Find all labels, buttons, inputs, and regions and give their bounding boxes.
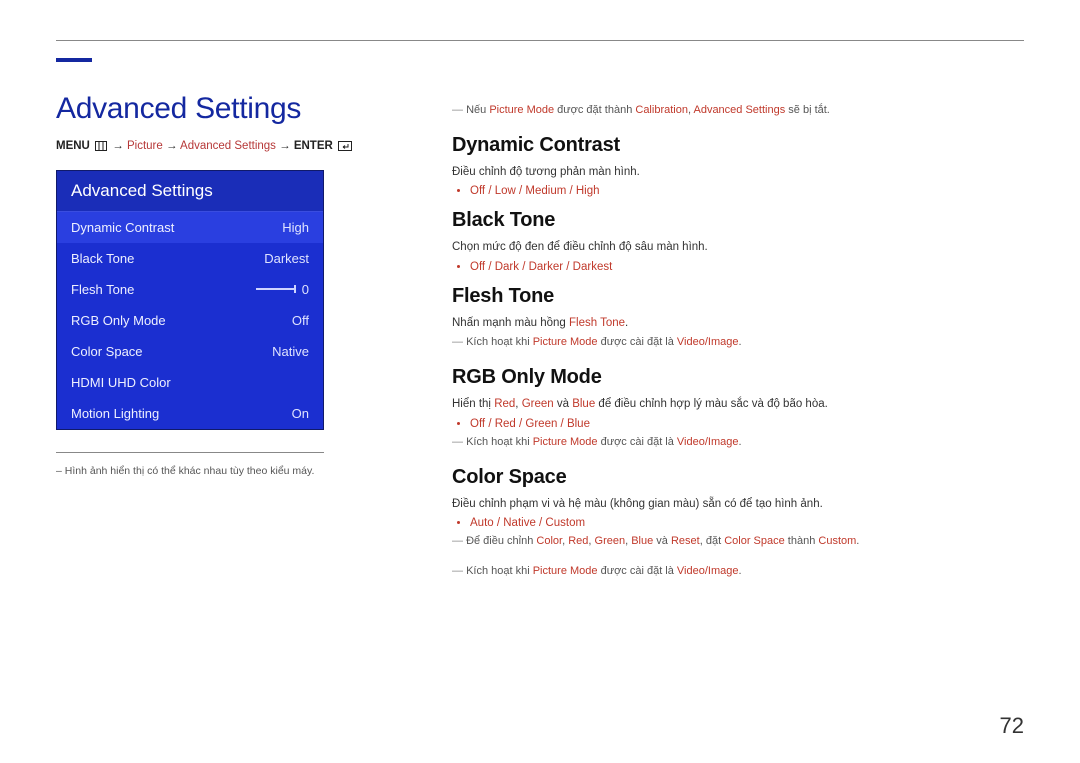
breadcrumb-enter: ENTER bbox=[294, 140, 333, 152]
menu-row-hdmi-uhd-color[interactable]: HDMI UHD Color bbox=[57, 367, 323, 398]
menu-row-value: High bbox=[282, 220, 309, 235]
rgb-note: Kích hoạt khi Picture Mode được cài đặt … bbox=[452, 436, 1024, 448]
top-note: Nếu Picture Mode được đặt thành Calibrat… bbox=[452, 104, 1024, 116]
menu-row-label: RGB Only Mode bbox=[71, 313, 166, 328]
menu-row-rgb-only-mode[interactable]: RGB Only Mode Off bbox=[57, 305, 323, 336]
menu-row-value: Native bbox=[272, 344, 309, 359]
menu-row-motion-lighting[interactable]: Motion Lighting On bbox=[57, 398, 323, 429]
cs-opts: Auto / Native / Custom bbox=[470, 517, 1024, 529]
menu-row-dynamic-contrast[interactable]: Dynamic Contrast High bbox=[57, 212, 323, 243]
menu-row-value: Off bbox=[292, 313, 309, 328]
slider-icon bbox=[256, 288, 296, 290]
page-title: Advanced Settings bbox=[56, 92, 396, 126]
page-number: 72 bbox=[1000, 713, 1024, 739]
menu-row-label: Dynamic Contrast bbox=[71, 220, 174, 235]
settings-menu: Advanced Settings Dynamic Contrast High Bl… bbox=[56, 170, 324, 430]
cs-note1: Để điều chỉnh Color, Red, Green, Blue và… bbox=[452, 535, 1024, 547]
ft-desc: Nhấn mạnh màu hồng Flesh Tone. bbox=[452, 314, 1024, 332]
caption-rule bbox=[56, 452, 324, 453]
section-flesh-tone-title: Flesh Tone bbox=[452, 285, 1024, 308]
enter-icon bbox=[338, 141, 352, 154]
left-column: Advanced Settings MENU → Picture → Advan… bbox=[56, 92, 396, 595]
menu-row-label: Color Space bbox=[71, 344, 143, 359]
menu-row-label: Flesh Tone bbox=[71, 282, 134, 297]
cs-note2: Kích hoạt khi Picture Mode được cài đặt … bbox=[452, 565, 1024, 577]
menu-row-value: Darkest bbox=[264, 251, 309, 266]
dc-opts: Off / Low / Medium / High bbox=[470, 185, 1024, 197]
menu-row-label: HDMI UHD Color bbox=[71, 375, 171, 390]
breadcrumb-advanced: Advanced Settings bbox=[180, 140, 276, 152]
right-column: Nếu Picture Mode được đặt thành Calibrat… bbox=[452, 92, 1024, 595]
accent-bar bbox=[56, 58, 92, 62]
menu-row-value: On bbox=[292, 406, 309, 421]
section-dynamic-contrast-title: Dynamic Contrast bbox=[452, 134, 1024, 157]
menu-row-label: Motion Lighting bbox=[71, 406, 159, 421]
menu-row-label: Black Tone bbox=[71, 251, 134, 266]
section-rgb-title: RGB Only Mode bbox=[452, 366, 1024, 389]
caption-text: – Hình ảnh hiển thị có thể khác nhau tùy… bbox=[56, 463, 376, 480]
dc-desc: Điều chỉnh độ tương phản màn hình. bbox=[452, 163, 1024, 181]
breadcrumb-picture: Picture bbox=[127, 140, 163, 152]
menu-row-value: 0 bbox=[256, 282, 309, 297]
menu-row-flesh-tone[interactable]: Flesh Tone 0 bbox=[57, 274, 323, 305]
breadcrumb-menu: MENU bbox=[56, 140, 90, 152]
bt-opts: Off / Dark / Darker / Darkest bbox=[470, 261, 1024, 273]
menu-row-black-tone[interactable]: Black Tone Darkest bbox=[57, 243, 323, 274]
section-color-space-title: Color Space bbox=[452, 466, 1024, 489]
rgb-opts: Off / Red / Green / Blue bbox=[470, 418, 1024, 430]
bt-desc: Chọn mức độ đen để điều chỉnh độ sâu màn… bbox=[452, 238, 1024, 256]
top-rule bbox=[56, 40, 1024, 41]
page-body: Advanced Settings MENU → Picture → Advan… bbox=[56, 92, 1024, 595]
ft-note: Kích hoạt khi Picture Mode được cài đặt … bbox=[452, 336, 1024, 348]
settings-menu-title: Advanced Settings bbox=[57, 171, 323, 212]
cs-desc: Điều chỉnh phạm vi và hệ màu (không gian… bbox=[452, 495, 1024, 513]
menu-row-color-space[interactable]: Color Space Native bbox=[57, 336, 323, 367]
section-black-tone-title: Black Tone bbox=[452, 209, 1024, 232]
menu-icon bbox=[95, 141, 107, 154]
rgb-desc: Hiển thị Red, Green và Blue để điều chỉn… bbox=[452, 395, 1024, 413]
breadcrumb: MENU → Picture → Advanced Settings → ENT… bbox=[56, 140, 396, 154]
